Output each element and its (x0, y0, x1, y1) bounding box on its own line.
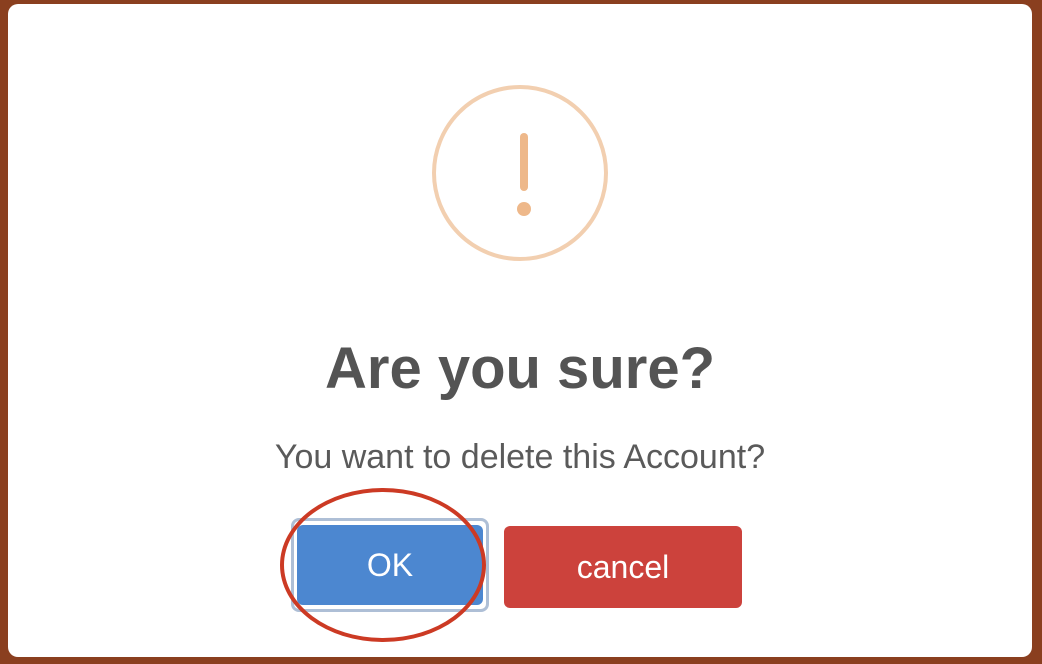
dialog-message: You want to delete this Account? (274, 438, 766, 476)
exclamation-dot (517, 202, 531, 216)
ok-button[interactable]: OK (297, 525, 483, 605)
warning-exclamation-icon (432, 85, 608, 261)
confirm-dialog: Are you sure? You want to delete this Ac… (8, 4, 1032, 657)
exclamation-bar (520, 133, 528, 191)
page-background: Are you sure? You want to delete this Ac… (0, 0, 1042, 664)
dialog-title: Are you sure? (325, 336, 715, 401)
cancel-button[interactable]: cancel (504, 526, 742, 608)
